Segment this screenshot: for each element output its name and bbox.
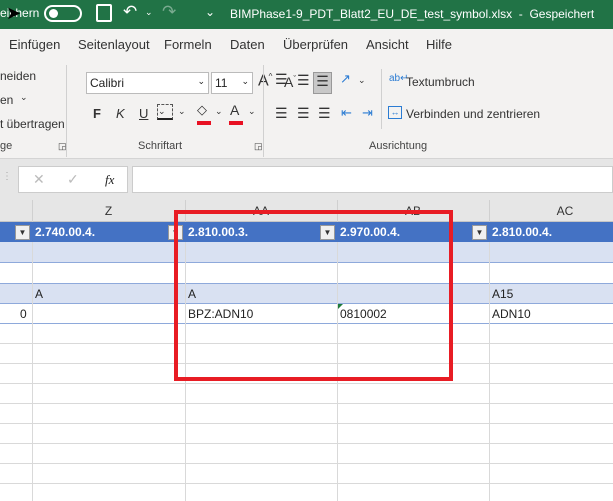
- cell-ac[interactable]: A15: [492, 287, 513, 301]
- tab-ansicht[interactable]: Ansicht: [366, 37, 409, 52]
- filter-dropdown-icon[interactable]: ▼: [15, 225, 30, 240]
- decrease-indent-icon[interactable]: ⇤: [341, 105, 352, 121]
- insert-function-button[interactable]: fx: [105, 172, 114, 188]
- tab-einfuegen[interactable]: Einfügen: [9, 37, 60, 52]
- undo-icon[interactable]: ↶: [123, 2, 137, 22]
- column-header-z[interactable]: Z: [32, 204, 185, 218]
- cell-y[interactable]: 0: [20, 307, 27, 321]
- align-left-icon[interactable]: ☰: [275, 105, 288, 122]
- font-group-label: Schriftart: [138, 140, 183, 152]
- borders-icon[interactable]: [157, 104, 173, 120]
- fill-color-icon[interactable]: ◇: [197, 102, 211, 125]
- autosave-toggle[interactable]: [44, 5, 82, 22]
- tab-seitenlayout[interactable]: Seitenlayout: [78, 37, 150, 52]
- formula-input[interactable]: [132, 166, 613, 193]
- redo-icon[interactable]: ↷: [162, 2, 176, 22]
- align-right-icon[interactable]: ☰: [318, 105, 331, 122]
- font-size-select[interactable]: 11 ⌄: [211, 72, 253, 94]
- font-size-value: 11: [215, 76, 228, 90]
- wrap-text-button[interactable]: Textumbruch: [406, 75, 475, 89]
- cell-z[interactable]: A: [35, 287, 43, 301]
- font-color-dropdown-icon[interactable]: ⌄: [248, 106, 256, 117]
- merge-center-icon[interactable]: ↔: [388, 106, 402, 119]
- align-center-icon[interactable]: ☰: [297, 105, 310, 122]
- orientation-icon[interactable]: ↗: [340, 71, 351, 87]
- save-icon[interactable]: [96, 4, 112, 22]
- title-bar: eichern ↶ ⌄ ↷ ⌄ BIMPhase1-9_PDT_Blatt2_E…: [0, 0, 613, 29]
- filter-dropdown-icon[interactable]: ▼: [472, 225, 487, 240]
- column-header-ac[interactable]: AC: [489, 204, 613, 218]
- bold-button[interactable]: F: [93, 106, 101, 121]
- fill-color-dropdown-icon[interactable]: ⌄: [215, 106, 223, 117]
- alignment-group-label: Ausrichtung: [369, 140, 428, 152]
- align-bottom-icon[interactable]: ☰: [313, 72, 332, 94]
- align-middle-icon[interactable]: ☰: [297, 72, 310, 89]
- cancel-icon[interactable]: ✕: [33, 171, 45, 188]
- underline-button[interactable]: U: [139, 106, 148, 121]
- font-color-icon[interactable]: A: [229, 102, 243, 125]
- grip-icon: ⋮: [2, 171, 12, 182]
- align-top-icon[interactable]: ☰: [275, 71, 288, 88]
- increase-font-size-icon[interactable]: A^: [258, 72, 272, 90]
- undo-dropdown-icon[interactable]: ⌄: [145, 7, 153, 18]
- tab-ueberpruefen[interactable]: Überprüfen: [283, 37, 348, 52]
- tab-daten[interactable]: Daten: [230, 37, 265, 52]
- font-name-value: Calibri: [90, 76, 125, 90]
- ribbon: neiden en ⌄ t übertragen ge ◲ Calibri ⌄ 1…: [0, 61, 613, 159]
- format-painter-button[interactable]: t übertragen: [0, 117, 65, 131]
- copy-dropdown-icon[interactable]: ⌄: [20, 92, 28, 103]
- formula-bar: ⋮ ✕ ✓ fx: [0, 159, 613, 200]
- italic-button[interactable]: K: [116, 106, 125, 121]
- orientation-dropdown-icon[interactable]: ⌄: [358, 75, 366, 86]
- header-cell[interactable]: 2.810.00.4.: [492, 225, 552, 239]
- ribbon-tabs: Einfügen Seitenlayout Formeln Daten Über…: [0, 29, 613, 61]
- increase-indent-icon[interactable]: ⇥: [362, 105, 373, 121]
- header-cell[interactable]: 2.740.00.4.: [35, 225, 95, 239]
- enter-icon[interactable]: ✓: [67, 171, 79, 188]
- customize-qat-icon[interactable]: ⌄: [205, 5, 215, 19]
- mouse-cursor-icon: ➤: [6, 3, 22, 23]
- tab-hilfe[interactable]: Hilfe: [426, 37, 452, 52]
- font-launcher-icon[interactable]: ◲: [254, 141, 263, 152]
- cut-button[interactable]: neiden: [0, 69, 36, 83]
- tab-formeln[interactable]: Formeln: [164, 37, 212, 52]
- copy-button[interactable]: en: [0, 93, 13, 107]
- highlight-rectangle: [174, 210, 453, 381]
- font-name-select[interactable]: Calibri ⌄: [86, 72, 209, 94]
- merge-center-button[interactable]: Verbinden und zentrieren: [406, 107, 540, 121]
- file-title: BIMPhase1-9_PDT_Blatt2_EU_DE_test_symbol…: [230, 7, 595, 21]
- cell-ac[interactable]: ADN10: [492, 307, 531, 321]
- clipboard-group-label: ge: [0, 140, 13, 152]
- borders-dropdown-icon[interactable]: ⌄: [178, 106, 186, 117]
